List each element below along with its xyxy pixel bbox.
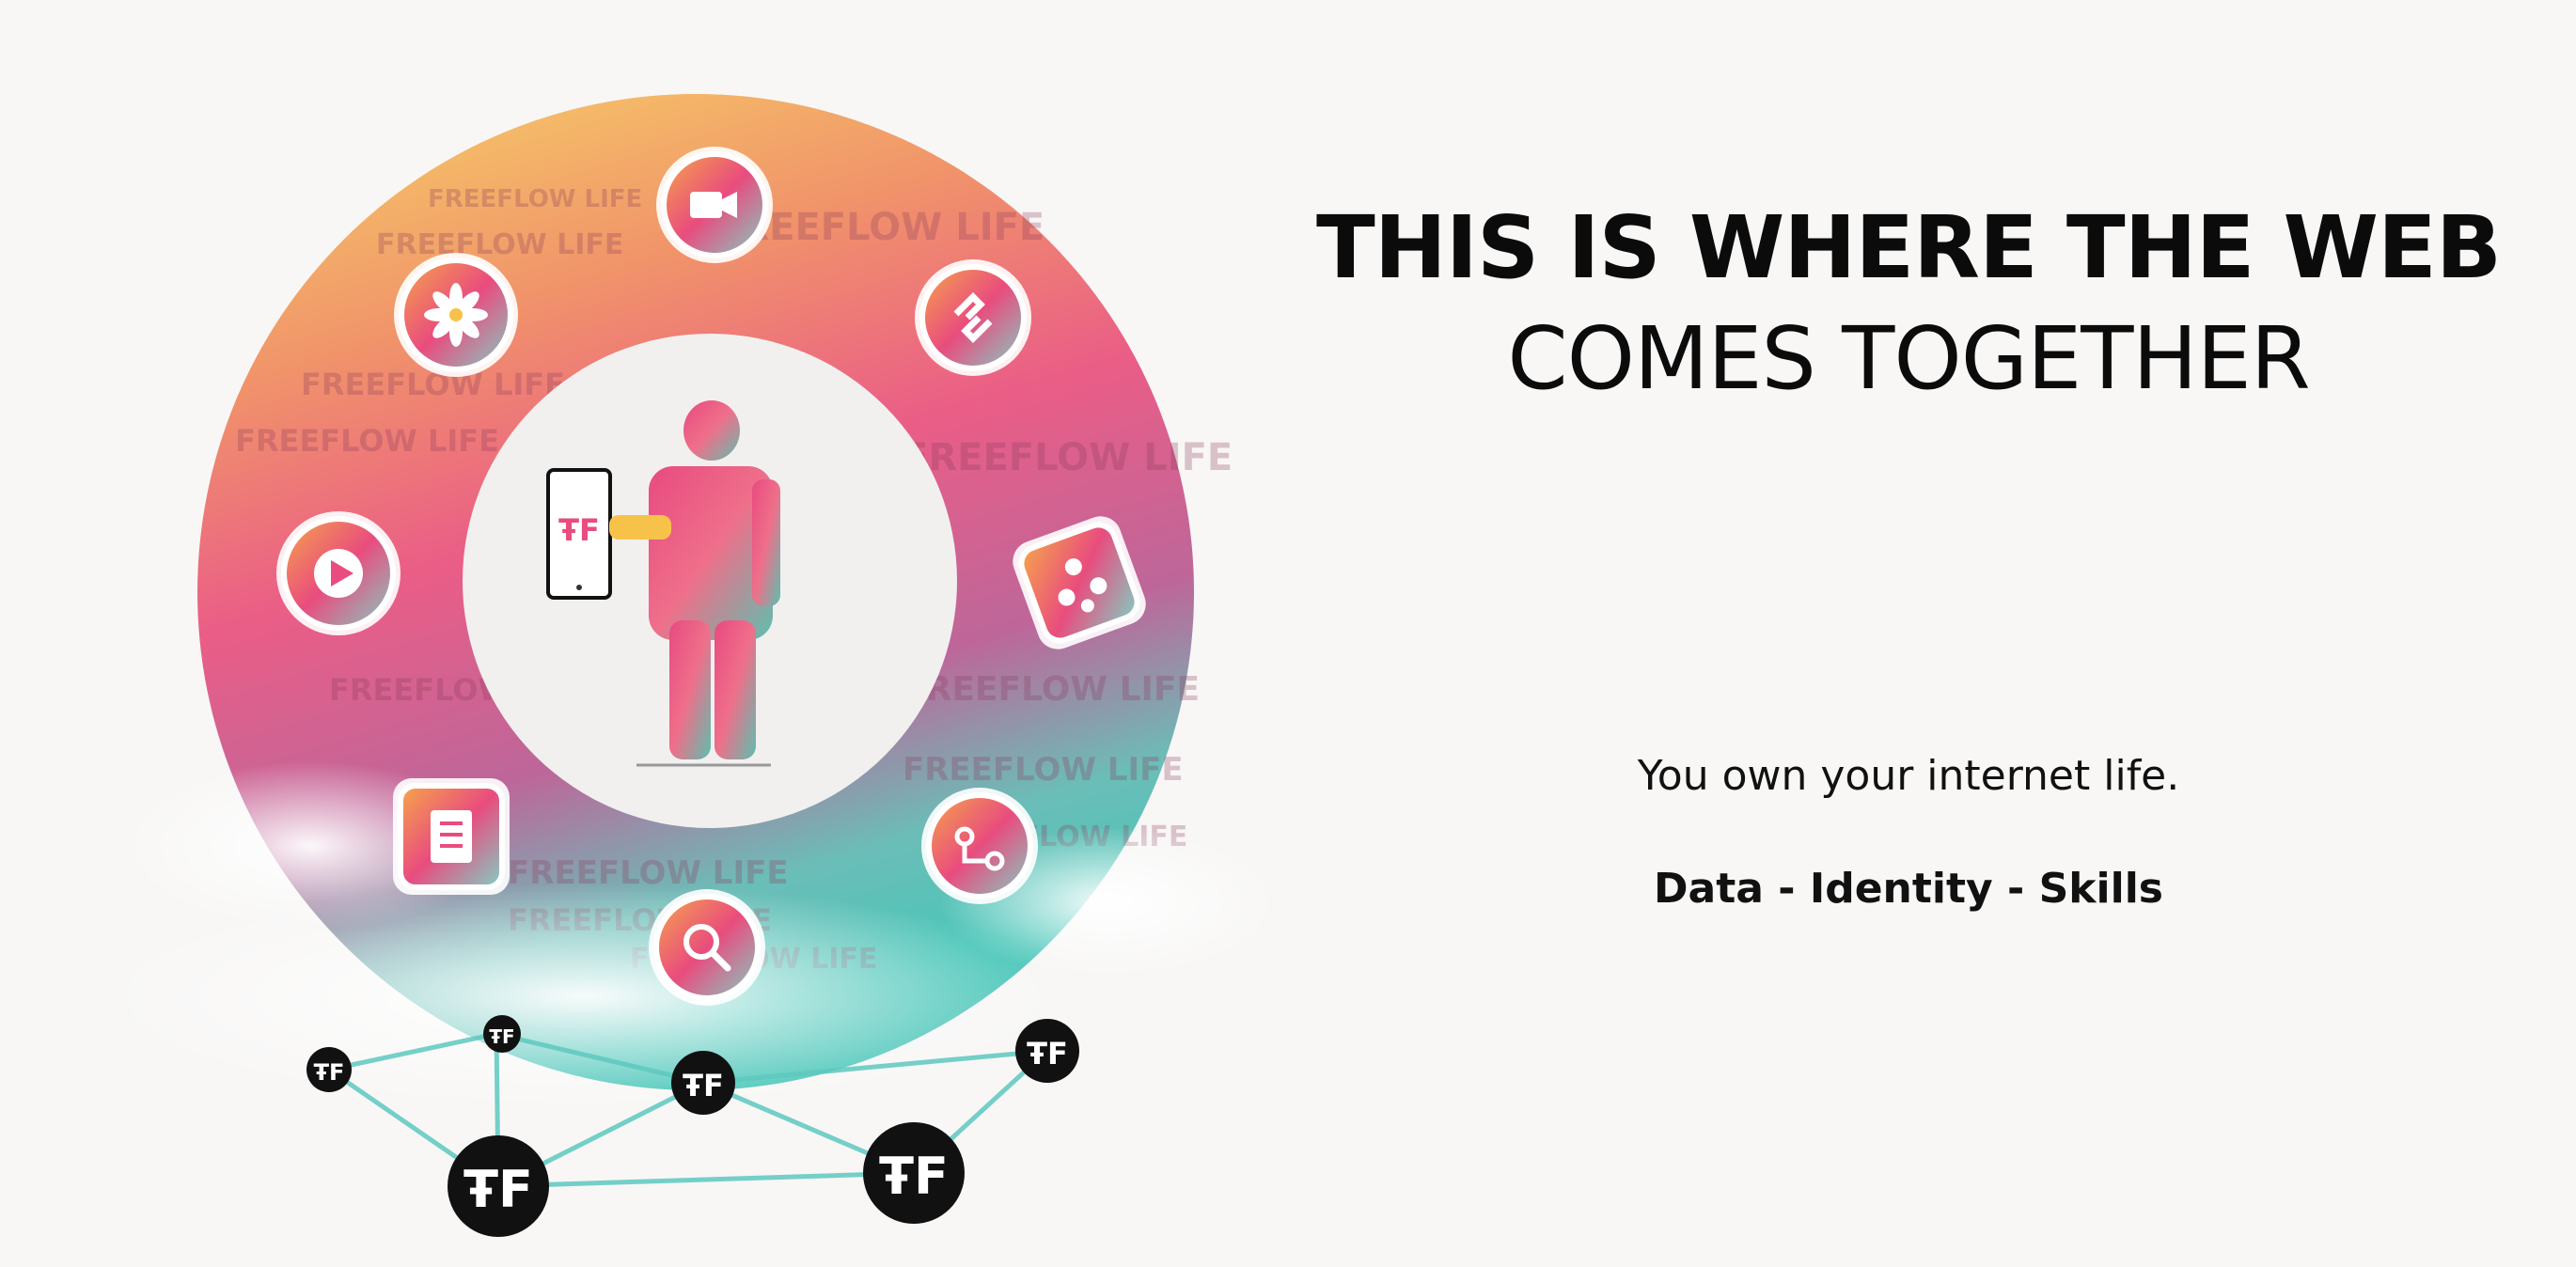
hero-tagline: You own your internet life. [1637,752,2180,800]
network-node: ŦF [863,1122,965,1224]
svg-text:ŦF: ŦF [879,1147,949,1206]
svg-text:FREEFLOW LIFE: FREEFLOW LIFE [903,436,1233,479]
svg-text:ŦF: ŦF [683,1068,724,1103]
route-icon [921,788,1038,904]
search-icon [649,889,765,1006]
svg-text:FREEFLOW LIFE: FREEFLOW LIFE [903,751,1184,789]
sync-arrows-icon [915,259,1031,376]
network-node: ŦF [1015,1019,1079,1083]
svg-text:FREEFLOW LIFE: FREEFLOW LIFE [903,670,1200,709]
hero-illustration: FREEFLOW LIFE FREEFLOW LIFE FREEFLOW LIF… [0,0,1316,1267]
video-camera-icon [656,147,773,263]
network-node: ŦF [671,1051,735,1115]
svg-text:ŦF: ŦF [463,1160,533,1219]
phone-logo: ŦF [558,512,600,548]
document-icon [393,778,510,895]
svg-text:ŦF: ŦF [489,1025,514,1048]
play-icon [276,511,401,635]
hero-section: FREEFLOW LIFE FREEFLOW LIFE FREEFLOW LIF… [0,0,2576,1267]
network-node: ŦF [306,1047,352,1092]
freeflow-ring-illustration: FREEFLOW LIFE FREEFLOW LIFE FREEFLOW LIF… [94,94,1279,1237]
hero-headline: THIS IS WHERE THE WEB COMES TOGETHER [1260,193,2557,415]
phone-illustration: ŦF [546,468,612,600]
svg-text:FREEFLOW LIFE: FREEFLOW LIFE [376,228,623,261]
headline-line-1: THIS IS WHERE THE WEB [1316,197,2502,298]
headline-line-2: COMES TOGETHER [1507,308,2310,409]
svg-text:ŦF: ŦF [1027,1036,1068,1071]
network-node: ŦF [448,1135,549,1237]
svg-text:FREEFLOW LIFE: FREEFLOW LIFE [428,185,642,213]
flower-icon [394,253,518,377]
hero-pillars: Data - Identity - Skills [1654,865,2163,913]
svg-text:FREEFLOW LIFE: FREEFLOW LIFE [235,423,499,459]
svg-text:ŦF: ŦF [314,1059,345,1086]
network-node: ŦF [483,1015,521,1053]
